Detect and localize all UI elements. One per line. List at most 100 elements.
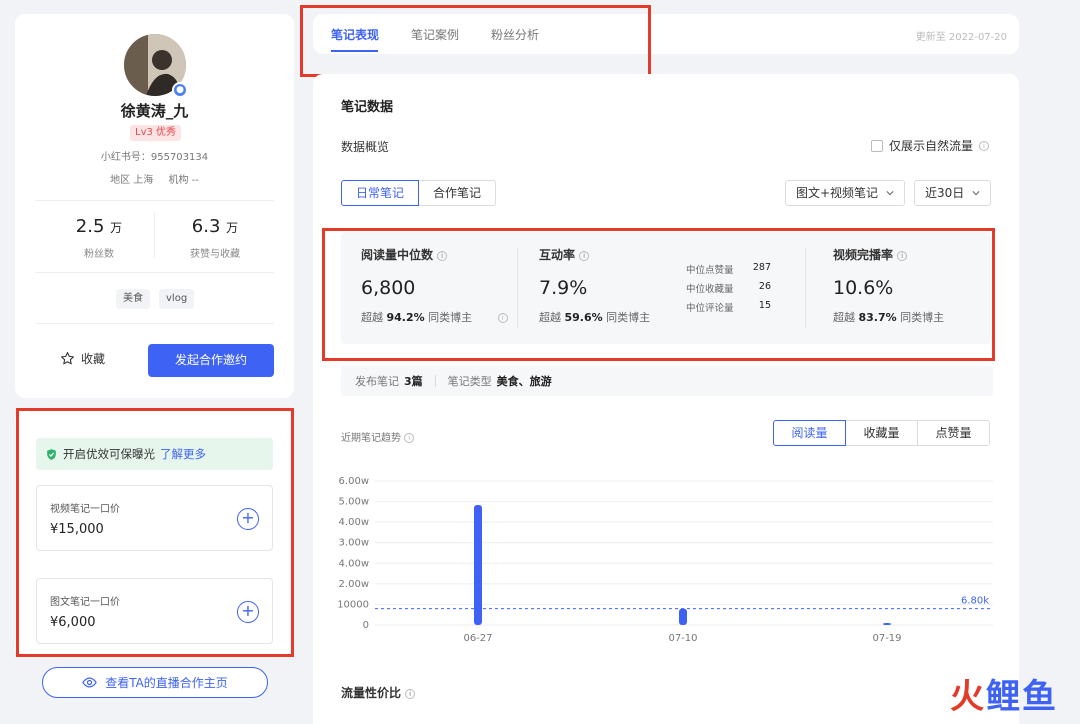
followers-stat: 2.5 万 粉丝数 [44,216,154,260]
median-likes-label: 中位点赞量 [686,265,734,276]
live-link-label: 查看TA的直播合作主页 [105,676,228,690]
shield-check-icon [47,448,56,460]
tab-bar: 笔记表现 笔记案例 粉丝分析 更新至 2022-07-20 [313,14,1019,54]
info-icon: i [579,250,590,261]
bar [474,505,482,625]
metrics-panel: 阅读量中位数 i 6,800 超越 94.2% 同类博主 i 互动率 i 7.9… [341,232,991,344]
chevron-down-icon [886,191,894,196]
favorite-button[interactable]: 收藏 [60,350,105,367]
reads-beat-value: 94.2% [386,311,425,324]
completion-beat-value: 83.7% [858,311,897,324]
info-icon: i [437,250,448,261]
info-icon: i [497,313,508,323]
image-price-value: ¥6,000 [50,615,96,630]
learn-more-link[interactable]: 了解更多 [160,446,206,462]
live-cooperation-link[interactable]: 查看TA的直播合作主页 [42,667,268,698]
content-type-value: 图文+视频笔记 [796,186,879,200]
level-badge: Lv3 优秀 [130,125,182,141]
y-tick-label: 2.00w [339,579,369,590]
video-price-value: ¥15,000 [50,522,104,537]
reads-metric: 阅读量中位数 i 6,800 超越 94.2% 同类博主 i [361,246,508,325]
natural-traffic-label: 仅展示自然流量 [888,139,973,153]
divider [154,212,155,258]
reads-value: 6,800 [361,277,416,299]
period-value: 近30日 [925,186,965,200]
note-summary-bar: 发布笔记 3篇 笔记类型 美食、旅游 [341,366,993,396]
tab-likes[interactable]: 点赞量 [917,420,990,446]
engagement-beat-value: 59.6% [564,311,603,324]
tag-food: 美食 [116,289,150,309]
period-select[interactable]: 近30日 [914,180,992,206]
trend-chart: 0 10000 2.00w 4.00w 3.00w 4.00w 5.00w 6.00w 06-2… [337,476,993,644]
median-likes-value: 287 [752,262,771,273]
redbook-id: 小红书号：955703134 [100,152,209,163]
trend-label-text: 近期笔记趋势 [341,433,401,444]
reads-beat-prefix: 超越 [361,311,383,324]
median-comments-label: 中位评论量 [686,303,734,314]
engagement-label: 互动率 [539,248,576,262]
invite-cooperation-button[interactable]: 发起合作邀约 [148,344,274,377]
likes-label: 获赞与收藏 [190,249,240,260]
completion-beat-prefix: 超越 [833,311,855,324]
x-tick-label: 07-19 [872,633,901,644]
tab-reads[interactable]: 阅读量 [773,420,846,446]
median-collects-label: 中位收藏量 [686,284,734,295]
info-icon: i [405,688,416,699]
divider [805,248,806,328]
tab-note-cases[interactable]: 笔记案例 [411,26,459,43]
flow-title-text: 流量性价比 [341,686,402,700]
watermark-part: 鲤 [986,677,1022,717]
tab-note-performance[interactable]: 笔记表现 [331,26,379,43]
followers-label: 粉丝数 [84,249,114,260]
bar [883,623,891,625]
y-tick-label: 4.00w [339,558,369,569]
flow-efficiency-title: 流量性价比 i [341,684,416,701]
note-data-card: 笔记数据 数据概览 仅展示自然流量 i 日常笔记 合作笔记 图文+视频笔记 近3… [313,74,1019,724]
video-price-title: 视频笔记一口价 [50,504,120,515]
completion-metric: 视频完播率 i 10.6% 超越 83.7% 同类博主 [833,246,944,325]
engagement-beat-suffix: 同类博主 [606,311,651,324]
star-icon [61,352,74,365]
chevron-down-icon [972,191,980,196]
completion-value: 10.6% [833,277,894,299]
followers-unit: 万 [110,221,123,235]
eye-icon [82,677,97,688]
category-value: 美食、旅游 [496,375,552,388]
video-price-box: 视频笔记一口价 ¥15,000 + [36,485,273,551]
overview-label: 数据概览 [341,140,390,154]
add-video-plus-icon[interactable]: + [237,508,259,530]
tab-daily-notes[interactable]: 日常笔记 [341,180,420,206]
x-tick-label: 06-27 [463,633,492,644]
natural-traffic-toggle[interactable]: 仅展示自然流量 i [870,137,989,154]
likes-unit: 万 [226,221,239,235]
x-tick-label: 07-10 [668,633,697,644]
y-tick-label: 10000 [337,599,369,610]
natural-traffic-checkbox[interactable] [870,139,883,152]
favorite-label: 收藏 [81,352,106,366]
y-tick-label: 4.00w [339,517,369,528]
divider [434,375,436,387]
tab-collects[interactable]: 收藏量 [845,420,918,446]
image-price-title: 图文笔记一口价 [50,597,120,608]
likes-value: 6.3 [191,216,221,237]
median-line-label: 6.80k [961,596,989,607]
add-image-plus-icon[interactable]: + [237,601,259,623]
bar [679,608,687,625]
trend-label: 近期笔记趋势 i [341,429,415,444]
likes-stat: 6.3 万 获赞与收藏 [160,216,270,260]
category-label: 笔记类型 [447,375,492,388]
content-type-select[interactable]: 图文+视频笔记 [785,180,906,206]
section-title: 笔记数据 [341,100,394,115]
published-label: 发布笔记 [355,375,399,388]
info-icon: i [404,433,415,443]
engagement-value: 7.9% [539,277,588,299]
boost-banner: 开启优效可保曝光 了解更多 [36,438,273,470]
y-tick-label: 6.00w [339,476,369,487]
boost-text: 开启优效可保曝光 [63,447,155,461]
divider [517,248,518,328]
tab-fan-analysis[interactable]: 粉丝分析 [491,26,539,43]
avatar[interactable]: ● [124,34,188,98]
engagement-beat-prefix: 超越 [539,311,561,324]
updated-date: 更新至 2022-07-20 [915,32,1007,43]
tab-cooperation-notes[interactable]: 合作笔记 [419,180,497,206]
